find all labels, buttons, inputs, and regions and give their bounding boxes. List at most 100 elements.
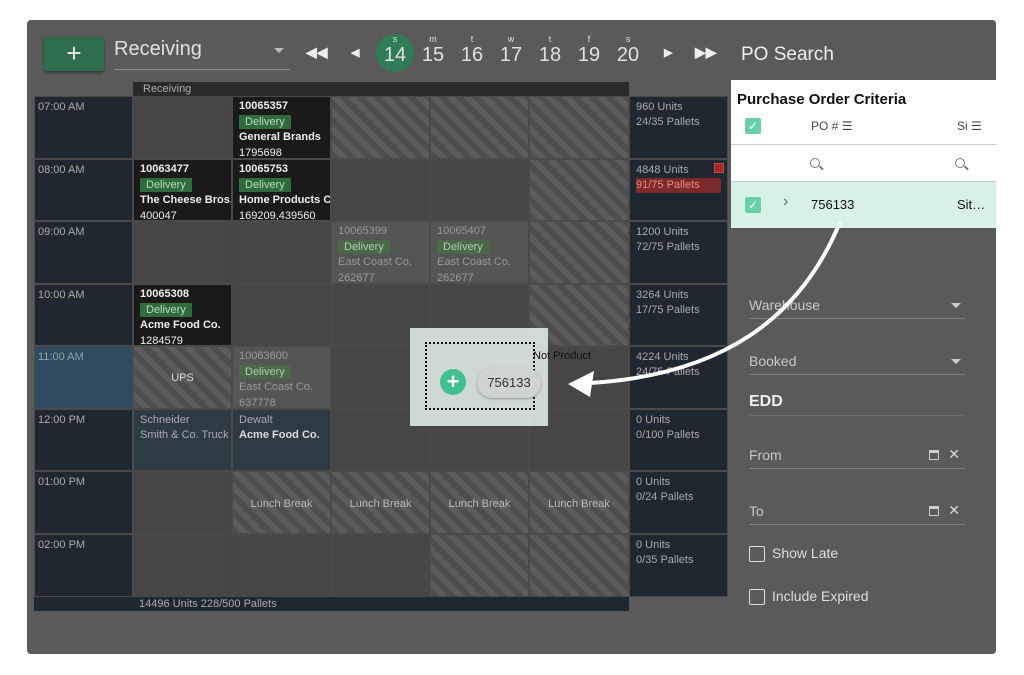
- day-18[interactable]: t 18: [530, 34, 570, 66]
- site-search-icon[interactable]: [955, 158, 965, 168]
- day-16[interactable]: t 16: [452, 34, 492, 66]
- hour-summary: 4224 Units 24/75 Pallets: [629, 346, 728, 409]
- po-search-icon[interactable]: [810, 158, 820, 168]
- to-date-field[interactable]: To ✕: [749, 502, 965, 525]
- po-column-label: PO #: [811, 119, 839, 133]
- from-date-field[interactable]: From ✕: [749, 446, 965, 469]
- divider: [731, 144, 996, 145]
- appointment-po: 10065753: [239, 163, 288, 175]
- blocked-slot: [529, 534, 629, 597]
- hour-summary: 0 Units 0/35 Pallets: [629, 534, 728, 597]
- expand-icon[interactable]: ›: [783, 193, 788, 211]
- slot-cell[interactable]: [133, 534, 232, 597]
- prev-day-icon[interactable]: ◀: [351, 46, 359, 59]
- day-17[interactable]: w 17: [491, 34, 531, 66]
- time-slot: 07:00 AM: [34, 96, 133, 159]
- blocked-slot: [529, 159, 629, 221]
- appointment-card[interactable]: 10065357 Delivery General Brands 1795698: [232, 96, 331, 159]
- po-criteria-card: Purchase Order Criteria ✓ PO # ☰ Si ☰ ✓ …: [731, 80, 996, 228]
- add-icon: +: [440, 369, 466, 395]
- carrier-block-ups[interactable]: UPS: [133, 346, 232, 409]
- hour-summary: 3264 Units 17/75 Pallets: [629, 284, 728, 346]
- slot-cell[interactable]: [133, 471, 232, 534]
- show-late-checkbox[interactable]: [749, 546, 765, 562]
- appointment-card[interactable]: 10063477 Delivery The Cheese Bros. 40004…: [133, 159, 232, 221]
- slot-cell[interactable]: [331, 534, 430, 597]
- view-select[interactable]: Receiving: [114, 38, 290, 70]
- appointment-customer: General Brands: [239, 131, 321, 143]
- time-slot: 02:00 PM: [34, 534, 133, 597]
- slot-cell[interactable]: [232, 221, 331, 284]
- po-result-row[interactable]: ✓ › 756133 Sit…: [731, 182, 996, 228]
- last-week-icon[interactable]: ▶▶: [695, 44, 717, 61]
- select-all-checkbox[interactable]: ✓: [745, 118, 761, 134]
- delivery-badge: Delivery: [239, 114, 291, 129]
- filter-icon[interactable]: ☰: [842, 119, 853, 133]
- day-letter: t: [548, 34, 552, 44]
- day-number: 14: [383, 44, 407, 66]
- slot-cell[interactable]: [232, 534, 331, 597]
- warehouse-label: Warehouse: [749, 297, 821, 313]
- row-checkbox[interactable]: ✓: [745, 197, 761, 213]
- delivery-badge: Delivery: [239, 364, 291, 379]
- slot-cell[interactable]: [232, 284, 331, 346]
- carrier-name: Schneider: [140, 414, 190, 426]
- summary-units: 1200 Units: [636, 226, 689, 238]
- appointment-card[interactable]: 10065308 Delivery Acme Food Co. 1284579: [133, 284, 232, 346]
- next-day-icon[interactable]: ▶: [664, 46, 672, 59]
- first-week-icon[interactable]: ◀◀: [306, 44, 328, 61]
- time-slot: 09:00 AM: [34, 221, 133, 284]
- warning-flag-icon: [714, 163, 724, 173]
- day-letter: s: [392, 34, 398, 44]
- appointment-card[interactable]: 10065399 Delivery East Coast Co. 262677: [331, 221, 430, 284]
- from-label: From: [749, 447, 782, 463]
- day-number: 15: [421, 44, 445, 66]
- to-label: To: [749, 503, 764, 519]
- carrier-block[interactable]: Dewalt Acme Food Co.: [232, 409, 331, 471]
- slot-cell[interactable]: [430, 159, 529, 221]
- blocked-slot: [529, 221, 629, 284]
- toolbar: + Receiving ◀◀ ◀ s 14 m 15 t 16 w 17 t 18 f 19…: [27, 20, 731, 82]
- chevron-down-icon: [951, 359, 961, 364]
- include-expired-checkbox[interactable]: [749, 589, 765, 605]
- chevron-down-icon: [951, 303, 961, 308]
- appointment-customer: East Coast Co.: [338, 256, 412, 268]
- summary-pallets: 0/24 Pallets: [636, 491, 694, 503]
- day-19[interactable]: f 19: [569, 34, 609, 66]
- summary-pallets: 17/75 Pallets: [636, 304, 700, 316]
- day-15[interactable]: m 15: [413, 34, 453, 66]
- summary-pallets: 0/100 Pallets: [636, 429, 700, 441]
- po-column-header[interactable]: PO # ☰: [811, 119, 852, 133]
- site-column-header[interactable]: Si ☰: [957, 119, 982, 133]
- slot-label: Not Product: [533, 350, 592, 362]
- booked-select[interactable]: Booked: [749, 353, 965, 375]
- appointment-po: 10065399: [338, 225, 387, 237]
- delivery-badge: Delivery: [437, 239, 489, 254]
- appointment-card[interactable]: 10063600 Delivery East Coast Co. 637778: [232, 346, 331, 409]
- carrier-block[interactable]: Schneider Smith & Co. Truck: [133, 409, 232, 471]
- delivery-badge: Delivery: [239, 177, 291, 192]
- calendar-icon[interactable]: [929, 506, 939, 516]
- slot-cell[interactable]: [133, 96, 232, 159]
- hour-summary: 960 Units 24/35 Pallets: [629, 96, 728, 159]
- warehouse-select[interactable]: Warehouse: [749, 297, 965, 319]
- day-14[interactable]: s 14: [376, 34, 414, 72]
- site-column-label: Si: [957, 119, 968, 133]
- hour-summary: 4848 Units 91/75 Pallets: [629, 159, 728, 221]
- appointment-ref: 400047: [140, 209, 177, 221]
- add-appointment-button[interactable]: +: [44, 37, 104, 71]
- summary-pallets-over: 91/75 Pallets: [636, 178, 721, 193]
- appointment-card[interactable]: 10065753 Delivery Home Products Co 16920…: [232, 159, 331, 221]
- clear-icon[interactable]: ✕: [948, 446, 960, 463]
- clear-icon[interactable]: ✕: [948, 502, 960, 519]
- slot-cell[interactable]: [133, 221, 232, 284]
- calendar-icon[interactable]: [929, 450, 939, 460]
- drag-preview[interactable]: + 756133: [410, 328, 548, 426]
- summary-pallets: 0/35 Pallets: [636, 554, 694, 566]
- day-number: 16: [460, 44, 484, 66]
- appointment-card[interactable]: 10065407 Delivery East Coast Co. 262677: [430, 221, 529, 284]
- day-20[interactable]: s 20: [608, 34, 648, 66]
- summary-units: 0 Units: [636, 414, 671, 426]
- filter-icon[interactable]: ☰: [971, 119, 982, 133]
- slot-cell[interactable]: [331, 159, 430, 221]
